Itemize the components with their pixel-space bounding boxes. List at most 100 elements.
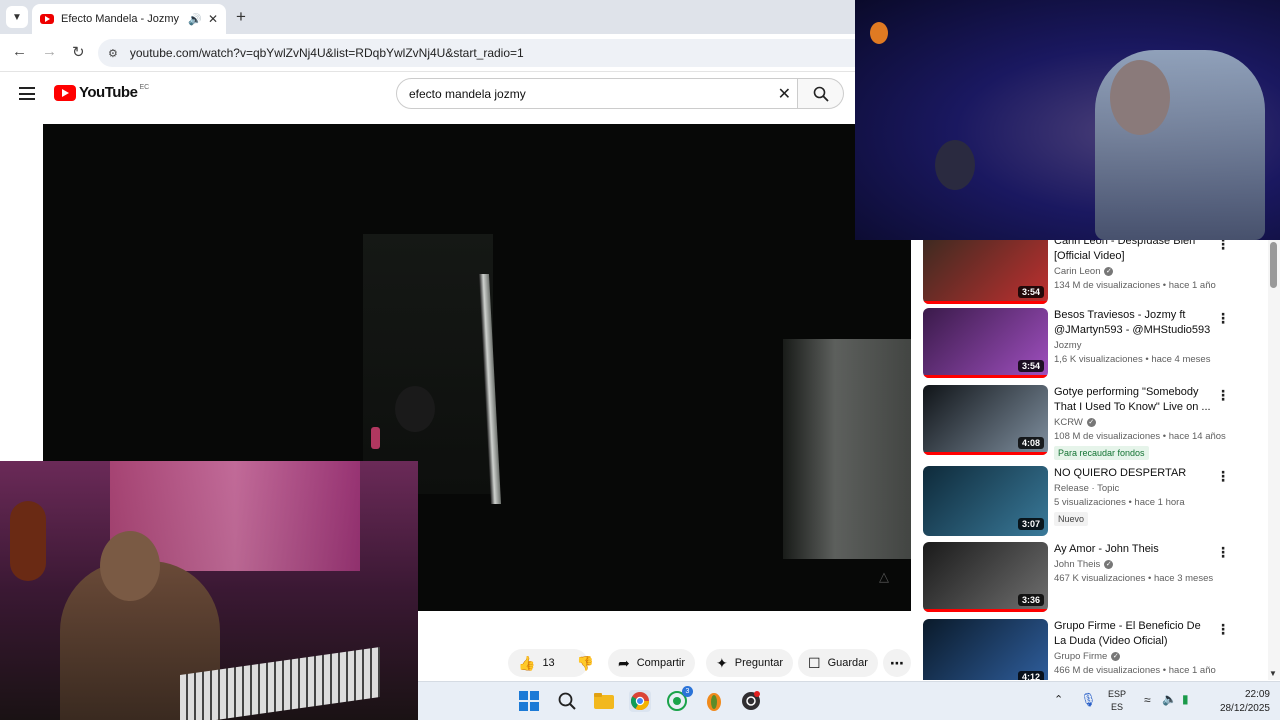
back-arrow-icon[interactable]: ← (12, 43, 27, 60)
site-info-icon[interactable]: ⚙ (108, 47, 118, 60)
dislike-icon[interactable]: 👎 (577, 655, 594, 672)
more-vertical-icon[interactable]: ⋮ (1216, 310, 1230, 327)
video-thumbnail[interactable]: 4:08 (923, 385, 1048, 455)
ask-button[interactable]: ✦ Preguntar (706, 649, 794, 677)
duration-badge: 4:12 (1017, 671, 1044, 680)
more-vertical-icon[interactable]: ⋮ (1216, 387, 1230, 404)
fundraiser-badge: Para recaudar fondos (1054, 446, 1149, 460)
list-item[interactable]: 4:08 Gotye performing "Somebody That I U… (923, 385, 1263, 460)
clock-date: 28/12/2025 (1219, 703, 1270, 714)
browser-tab[interactable]: Efecto Mandela - Jozmy - Yo 🔊 ✕ (32, 4, 226, 34)
watch-progress-bar (923, 609, 1048, 612)
video-title[interactable]: Besos Traviesos - Jozmy ft @JMartyn593 -… (1054, 308, 1214, 338)
obs-icon[interactable] (740, 690, 762, 712)
video-thumbnail[interactable]: 3:36 (923, 542, 1048, 612)
list-item[interactable]: 3:36 Ay Amor - John Theis John Theis ✓ 46… (923, 542, 1263, 614)
microphone-icon[interactable]: 🎙 (1080, 692, 1097, 708)
wifi-icon[interactable]: ≈ (1144, 693, 1151, 707)
address-bar[interactable]: ⚙ youtube.com/watch?v=qbYwlZvNj4U&list=R… (98, 39, 855, 67)
channel-name[interactable]: John Theis (1054, 559, 1100, 570)
scrollbar-thumb[interactable] (1270, 242, 1277, 288)
like-icon[interactable]: 👍 (518, 655, 535, 672)
video-meta: 134 M de visualizaciones • hace 1 año (1054, 280, 1216, 291)
video-thumbnail[interactable]: 4:12 (923, 619, 1048, 680)
search-icon[interactable] (556, 690, 578, 712)
scrollbar-track[interactable] (1268, 240, 1280, 680)
duration-badge: 4:08 (1017, 437, 1044, 449)
duration-badge: 3:36 (1017, 594, 1044, 606)
watch-progress-bar (923, 452, 1048, 455)
menu-icon[interactable] (19, 87, 35, 100)
video-title[interactable]: Gotye performing "Somebody That I Used T… (1054, 385, 1214, 415)
duration-badge: 3:54 (1017, 360, 1044, 372)
volume-icon[interactable]: 🔈 (1162, 692, 1177, 706)
new-badge: Nuevo (1054, 512, 1089, 526)
list-item[interactable]: 3:54 Carin Leon - Despídase Bien [Offici… (923, 240, 1263, 306)
file-explorer-icon[interactable] (593, 690, 615, 712)
video-title[interactable]: Ay Amor - John Theis (1054, 542, 1214, 557)
language-code: ESP (1108, 689, 1127, 699)
watch-progress-bar (923, 301, 1048, 304)
channel-name[interactable]: Release · Topic (1054, 483, 1119, 494)
video-thumbnail[interactable]: 3:54 (923, 240, 1048, 304)
channel-name[interactable]: Jozmy (1054, 340, 1081, 351)
forward-arrow-icon[interactable]: → (42, 43, 57, 60)
chrome-icon[interactable] (629, 690, 651, 712)
webcam-overlay-bottom (0, 461, 418, 720)
video-thumbnail[interactable]: 3:07 (923, 466, 1048, 536)
fl-studio-icon[interactable] (703, 690, 725, 712)
list-item[interactable]: 4:12 Grupo Firme - El Beneficio De La Du… (923, 619, 1263, 680)
reload-icon[interactable]: ↻ (72, 43, 85, 61)
video-title[interactable]: Carin Leon - Despídase Bien [Official Vi… (1054, 240, 1214, 264)
clock[interactable]: 22:09 28/12/2025 (1218, 688, 1270, 716)
new-tab-button[interactable]: + (236, 7, 246, 27)
search-icon (813, 86, 829, 102)
more-actions-button[interactable]: ⋯ (883, 649, 911, 677)
close-tab-icon[interactable]: ✕ (208, 12, 218, 26)
webcam-person-face (100, 531, 160, 601)
more-vertical-icon[interactable]: ⋮ (1216, 544, 1230, 561)
tab-search-button[interactable]: ▼ (6, 6, 28, 28)
share-icon: ➦ (618, 654, 630, 671)
system-tray: ⌃ 🎙 ESP ES ≈ 🔈 ▮ 22:09 28/12/2025 (1048, 682, 1278, 720)
more-vertical-icon[interactable]: ⋮ (1216, 621, 1230, 638)
youtube-logo[interactable]: YouTube EC (54, 84, 149, 101)
channel-name[interactable]: Carin Leon (1054, 266, 1100, 277)
share-button[interactable]: ➦ Compartir (608, 649, 696, 677)
more-vertical-icon[interactable]: ⋮ (1216, 240, 1230, 253)
video-thumbnail[interactable]: 3:54 (923, 308, 1048, 378)
language-indicator[interactable]: ESP ES (1108, 688, 1126, 714)
search-input[interactable]: efecto mandela jozmy ✕ (396, 78, 798, 109)
webcam-lamp (870, 22, 888, 44)
duration-badge: 3:07 (1017, 518, 1044, 530)
save-button[interactable]: ☐ Guardar (798, 649, 878, 677)
verified-icon: ✓ (1086, 418, 1096, 427)
browser-tab-bar: ▼ Efecto Mandela - Jozmy - Yo 🔊 ✕ + (0, 0, 855, 34)
video-frame-figure (395, 386, 435, 432)
bookmark-icon: ☐ (808, 654, 821, 671)
verified-icon: ✓ (1104, 560, 1114, 569)
whatsapp-icon[interactable]: 3 (666, 686, 693, 712)
video-title[interactable]: NO QUIERO DESPERTAR (1054, 466, 1214, 481)
webcam-person-face (1110, 60, 1170, 135)
list-item[interactable]: 3:07 NO QUIERO DESPERTAR Release · Topic… (923, 466, 1263, 538)
like-count[interactable]: 13 (542, 657, 554, 669)
like-dislike-group: 👍 13 👎 (508, 649, 594, 677)
duration-badge: 3:54 (1017, 286, 1044, 298)
clear-search-icon[interactable]: ✕ (778, 84, 791, 104)
ask-label: Preguntar (734, 657, 784, 669)
scroll-down-arrow-icon[interactable]: ▼ (1269, 669, 1277, 678)
channel-name[interactable]: KCRW (1054, 417, 1083, 428)
video-title[interactable]: Grupo Firme - El Beneficio De La Duda (V… (1054, 619, 1214, 649)
search-button[interactable] (798, 78, 844, 109)
windows-start-icon[interactable] (518, 690, 540, 712)
audio-playing-icon[interactable]: 🔊 (188, 13, 202, 26)
channel-watermark-icon[interactable]: △ (879, 569, 889, 585)
region-code: EC (139, 84, 150, 91)
list-item[interactable]: 3:54 Besos Traviesos - Jozmy ft @JMartyn… (923, 308, 1263, 380)
video-frame-window (783, 339, 911, 559)
battery-icon[interactable]: ▮ (1182, 692, 1189, 706)
more-vertical-icon[interactable]: ⋮ (1216, 468, 1230, 485)
chevron-up-icon[interactable]: ⌃ (1054, 693, 1063, 706)
channel-name[interactable]: Grupo Firme (1054, 651, 1107, 662)
